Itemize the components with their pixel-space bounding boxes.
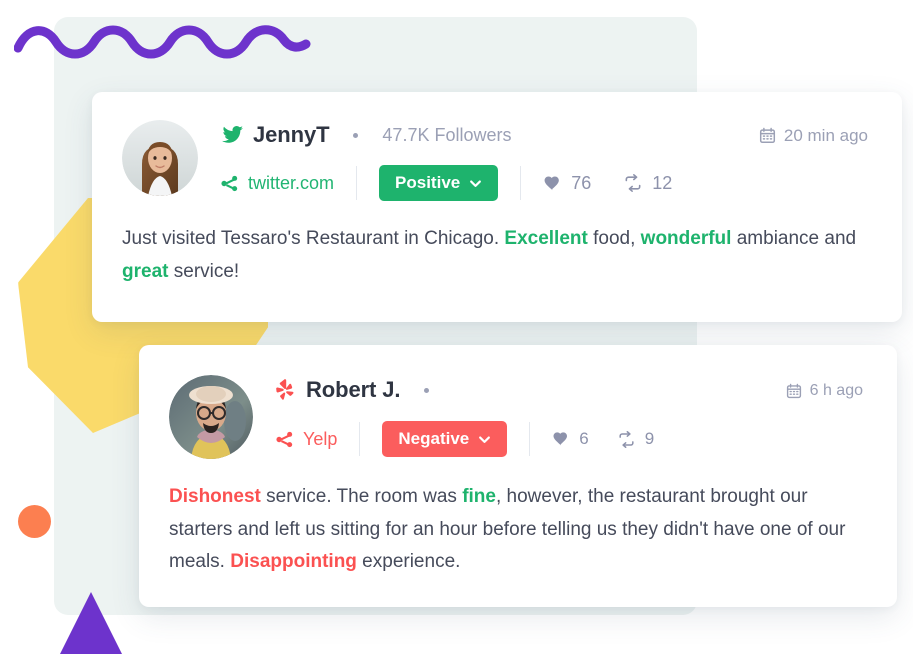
shares-stat[interactable]: 9	[617, 429, 654, 449]
highlight-neg: Disappointing	[230, 551, 357, 573]
text-segment: service. The room was	[260, 486, 463, 507]
separator-dot	[424, 387, 430, 393]
engagement-stats: 76 12	[543, 173, 672, 194]
heart-icon	[552, 430, 570, 448]
likes-count: 76	[571, 172, 592, 193]
likes-stat[interactable]: 6	[552, 429, 589, 449]
highlight-pos: great	[122, 260, 169, 282]
meta-row: Yelp Negative 6 9	[275, 421, 863, 457]
divider	[520, 166, 522, 200]
share-icon	[275, 430, 294, 449]
retweet-icon	[623, 173, 643, 193]
retweet-icon	[617, 430, 636, 449]
divider	[529, 422, 531, 456]
source-link[interactable]: Yelp	[275, 429, 337, 450]
timestamp-text: 6 h ago	[809, 381, 863, 399]
likes-count: 6	[579, 429, 589, 448]
text-segment: food,	[587, 228, 641, 249]
followers-count: 47.7K Followers	[382, 124, 512, 145]
author-name: JennyT	[253, 122, 330, 147]
chevron-down-icon	[469, 177, 482, 190]
highlight-neg: Dishonest	[169, 486, 261, 507]
sentiment-badge-negative[interactable]: Negative	[382, 421, 508, 457]
identity-row: JennyT 47.7K Followers 20 min ago	[220, 120, 868, 150]
chevron-down-icon	[478, 433, 491, 446]
card-header: Robert J. 6 h ago Yelp Negative 6 9	[169, 375, 863, 459]
review-card-negative: Robert J. 6 h ago Yelp Negative 6 9 Dish…	[139, 345, 897, 607]
avatar-jennyt	[122, 120, 198, 196]
timestamp-text: 20 min ago	[783, 125, 868, 145]
sentiment-label: Negative	[398, 429, 470, 448]
share-icon	[220, 174, 239, 193]
shares-count: 9	[644, 429, 655, 448]
review-text: Just visited Tessaro's Restaurant in Chi…	[122, 223, 868, 288]
separator-dot	[353, 132, 359, 138]
likes-stat[interactable]: 76	[543, 173, 591, 194]
text-segment: experience.	[356, 551, 461, 573]
sentiment-label: Positive	[395, 173, 461, 192]
calendar-icon	[759, 127, 776, 144]
avatar-robertj	[169, 375, 253, 459]
meta-row: twitter.com Positive 76 12	[220, 165, 868, 201]
heart-icon	[543, 174, 562, 193]
source-name: Yelp	[303, 428, 338, 449]
orange-circle-decoration	[18, 505, 51, 538]
shares-stat[interactable]: 12	[623, 173, 672, 194]
text-segment: service!	[168, 260, 240, 282]
identity-row: Robert J. 6 h ago	[275, 375, 863, 405]
source-link[interactable]: twitter.com	[220, 173, 334, 194]
author-name: Robert J.	[306, 377, 401, 402]
wave-decoration	[14, 25, 311, 59]
review-text: Dishonest service. The room was fine, ho…	[169, 481, 863, 579]
review-card-positive: JennyT 47.7K Followers 20 min ago twitte…	[92, 92, 902, 322]
highlight-pos: fine	[462, 486, 496, 507]
shares-count: 12	[652, 172, 673, 193]
highlight-pos: Excellent	[504, 228, 588, 249]
engagement-stats: 6 9	[552, 429, 682, 449]
yelp-burst-icon	[275, 378, 297, 402]
timestamp: 6 h ago	[786, 381, 863, 400]
divider	[359, 422, 361, 456]
card-header: JennyT 47.7K Followers 20 min ago twitte…	[122, 120, 868, 201]
highlight-pos: wonderful	[640, 228, 732, 249]
twitter-bird-icon	[220, 123, 244, 147]
timestamp: 20 min ago	[759, 125, 868, 146]
source-name: twitter.com	[248, 172, 335, 193]
divider	[356, 166, 358, 200]
text-segment: Just visited Tessaro's Restaurant in Chi…	[122, 228, 505, 249]
text-segment: ambiance and	[731, 228, 857, 249]
sentiment-badge-positive[interactable]: Positive	[379, 165, 499, 201]
purple-triangle-decoration	[60, 592, 122, 654]
calendar-icon	[786, 383, 802, 399]
